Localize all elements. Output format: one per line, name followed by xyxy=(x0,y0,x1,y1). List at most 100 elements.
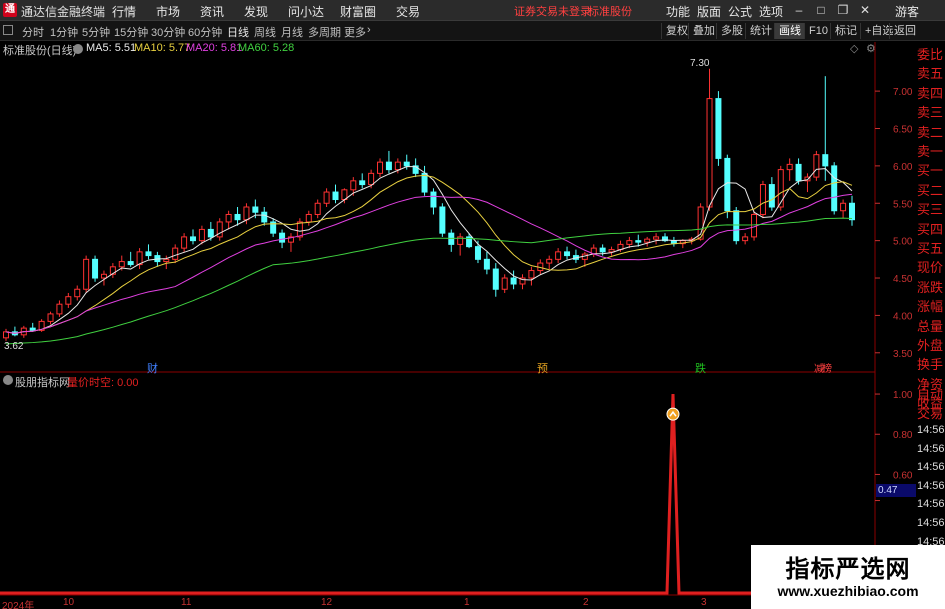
event-marker-drop[interactable]: 跌 xyxy=(695,360,706,376)
stock-tag: 标准股份 xyxy=(588,6,632,18)
back-button[interactable]: 返回 xyxy=(889,23,920,39)
period-5min[interactable]: 5分钟 xyxy=(82,24,110,40)
watermark-logo: 指标严选网 www.xuezhibiao.com xyxy=(751,545,945,609)
y-tick-label: 7.00 xyxy=(893,87,913,98)
trade-time: 14:56 xyxy=(917,517,945,529)
menu-item-discover[interactable]: 发现 xyxy=(244,3,268,20)
candle-body xyxy=(29,327,36,331)
candle-body xyxy=(813,154,820,178)
period-tick[interactable]: 分时 xyxy=(22,24,44,40)
watermark-title: 指标严选网 xyxy=(785,556,911,583)
menu-item-wealth[interactable]: 财富圈 xyxy=(340,3,376,20)
quote-label: 总量 xyxy=(917,318,944,334)
candle-body xyxy=(314,202,321,215)
candle-body xyxy=(65,296,72,305)
user-name[interactable]: 游客 xyxy=(895,3,919,20)
login-alert[interactable]: 证券交易未登录 xyxy=(514,3,591,19)
candle-body xyxy=(207,228,214,238)
candle-body xyxy=(795,163,802,182)
y-tick-label: 0.80 xyxy=(893,430,913,441)
quote-label: 卖一 xyxy=(917,144,944,159)
period-60min[interactable]: 60分钟 xyxy=(188,24,222,40)
candle-body xyxy=(359,180,366,186)
restore-icon[interactable]: ❐ xyxy=(834,1,852,19)
quote-label: 买五 xyxy=(917,241,944,256)
candle-body xyxy=(555,251,562,260)
candle-body xyxy=(74,288,81,298)
candle-body xyxy=(733,210,740,242)
high-price-label: 7.30 xyxy=(690,58,710,69)
candle-body xyxy=(706,98,713,208)
period-30min[interactable]: 30分钟 xyxy=(151,24,185,40)
menu-item-market[interactable]: 行情 xyxy=(112,3,136,20)
quote-label: 卖五 xyxy=(917,66,944,82)
trade-time: 14:56 xyxy=(917,424,945,436)
stats-button[interactable]: 统计 xyxy=(745,23,776,39)
candle-body xyxy=(644,238,651,243)
period-1min[interactable]: 1分钟 xyxy=(50,24,78,40)
candle-body xyxy=(510,277,517,285)
event-marker-finance[interactable]: 财 xyxy=(147,360,158,376)
draw-line-button[interactable]: 画线 xyxy=(774,23,805,39)
candle-body xyxy=(430,191,437,208)
period-15min[interactable]: 15分钟 xyxy=(114,24,148,40)
panel-toggle-icon[interactable] xyxy=(3,25,13,35)
minimize-icon[interactable]: – xyxy=(790,1,808,19)
y-tick-label: 6.50 xyxy=(893,125,913,136)
x-label-dec: 12 xyxy=(321,597,333,608)
x-label-year: 2024年 xyxy=(2,601,35,609)
quote-label: 涨幅 xyxy=(917,299,944,315)
period-monthly[interactable]: 月线 xyxy=(281,24,303,40)
period-weekly[interactable]: 周线 xyxy=(254,24,276,40)
y-tick-label: 5.50 xyxy=(893,199,913,210)
event-marker-forecast[interactable]: 预 xyxy=(537,360,548,376)
mark-button[interactable]: 标记 xyxy=(830,23,861,39)
y-tick-label: 4.00 xyxy=(893,311,913,322)
chevron-right-icon[interactable]: › xyxy=(367,24,371,36)
menu-item-function[interactable]: 功能 xyxy=(666,3,690,20)
candle-body xyxy=(47,313,54,322)
app-logo-icon: 通 xyxy=(3,3,17,17)
quote-label[interactable]: 自动 xyxy=(917,384,945,403)
candle-body xyxy=(92,258,99,279)
menu-item-trade[interactable]: 交易 xyxy=(396,3,420,20)
period-more[interactable]: 更多 xyxy=(344,24,366,40)
candle-body xyxy=(385,161,392,171)
quote-label: 委比 xyxy=(917,47,944,62)
candle-body xyxy=(546,258,553,264)
menu-item-formula[interactable]: 公式 xyxy=(728,3,752,20)
quote-label[interactable]: 交易 xyxy=(917,403,945,422)
x-label-oct: 10 xyxy=(63,597,75,608)
event-marker-rank[interactable]: 榜 xyxy=(822,360,832,375)
period-daily[interactable]: 日线 xyxy=(227,24,249,40)
candle-body xyxy=(252,206,259,213)
y-tick-label: 1.00 xyxy=(893,390,913,401)
quote-label: 卖三 xyxy=(917,105,944,121)
quote-label: 买四 xyxy=(917,221,944,237)
candle-body xyxy=(822,154,829,167)
period-multi[interactable]: 多周期 xyxy=(308,24,341,40)
overlay-button[interactable]: 叠加 xyxy=(688,23,719,39)
chart-area[interactable]: 3.50 4.00 4.50 5.00 5.50 6.00 6.50 7.00 0.60 0.8… xyxy=(0,42,917,609)
period-toolbar: 分时 1分钟 5分钟 15分钟 30分钟 60分钟 日线 周线 月线 多周期 更… xyxy=(0,21,945,41)
trade-time: 14:56 xyxy=(917,498,945,511)
candle-body xyxy=(501,277,508,290)
menu-item-layout[interactable]: 版面 xyxy=(697,3,721,20)
x-label-jan: 1 xyxy=(464,597,470,608)
candle-body xyxy=(234,213,241,221)
menu-item-news[interactable]: 资讯 xyxy=(200,3,224,20)
candle-body xyxy=(777,169,784,208)
quote-label: 涨跌 xyxy=(917,279,944,295)
candle-body xyxy=(564,251,571,257)
f10-button[interactable]: F10 xyxy=(804,23,832,39)
menu-item-options[interactable]: 选项 xyxy=(759,3,783,20)
maximize-icon[interactable]: □ xyxy=(812,1,830,19)
trade-time: 14:56 xyxy=(917,442,945,455)
menu-item-ask[interactable]: 问小达 xyxy=(288,3,324,20)
candle-body xyxy=(840,202,847,212)
candle-body xyxy=(145,251,152,257)
close-icon[interactable]: ✕ xyxy=(856,1,874,19)
menu-item-exchange[interactable]: 市场 xyxy=(156,3,180,20)
quote-label: 外盘 xyxy=(917,338,944,353)
multi-stock-button[interactable]: 多股 xyxy=(716,23,747,39)
